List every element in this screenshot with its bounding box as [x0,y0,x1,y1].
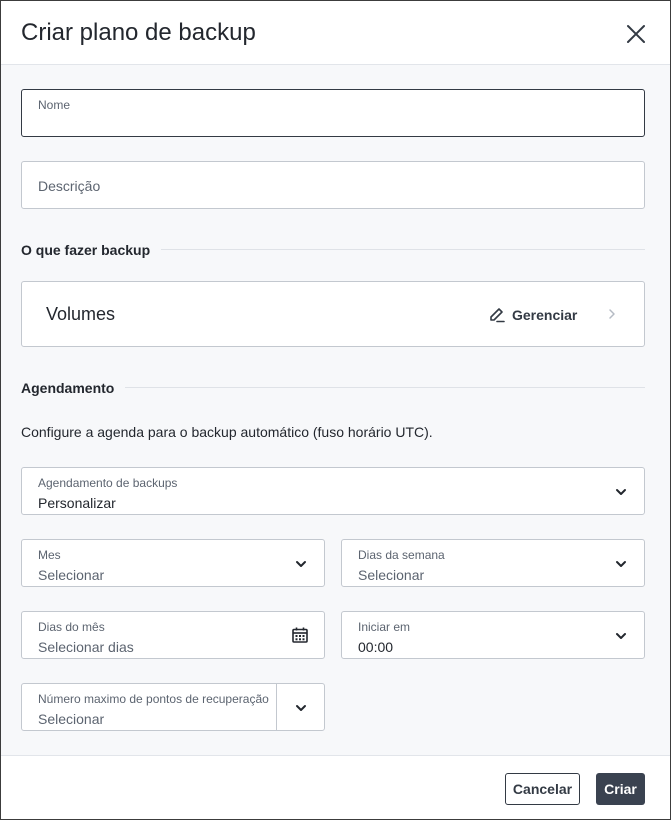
section-divider [161,249,645,250]
calendar-icon[interactable] [291,626,309,644]
pencil-icon [490,308,505,323]
weekdays-value: Selecionar [358,567,425,583]
name-field[interactable]: Nome [21,89,645,137]
backup-schedule-select[interactable]: Agendamento de backups Personalizar [21,467,645,515]
chevron-down-icon [296,561,306,567]
description-placeholder: Descrição [38,178,101,194]
weekdays-select[interactable]: Dias da semana Selecionar [341,539,645,587]
cancel-button[interactable]: Cancelar [505,773,580,805]
chevron-down-icon [616,633,626,639]
month-value: Selecionar [38,567,105,583]
max-recovery-points-select[interactable]: Número maximo de pontos de recuperação S… [21,683,325,731]
close-button[interactable] [623,21,649,47]
chevron-down-icon[interactable] [294,703,308,713]
schedule-heading: Agendamento [21,380,115,396]
manage-button[interactable]: Gerenciar [488,305,577,325]
start-time-select[interactable]: Iniciar em 00:00 [341,611,645,659]
schedule-info-text: Configure a agenda para o backup automát… [21,424,433,440]
dialog-footer: Cancelar Criar [1,755,670,819]
backup-schedule-label: Agendamento de backups [38,476,178,490]
create-button[interactable]: Criar [596,773,645,805]
create-backup-plan-dialog: Criar plano de backup Nome Descrição O q… [0,0,671,820]
close-icon [627,25,645,43]
weekdays-label: Dias da semana [358,548,445,562]
backup-schedule-value: Personalizar [38,495,116,511]
month-label: Mes [38,548,61,562]
month-days-picker[interactable]: Dias do mês Selecionar dias [21,611,325,659]
month-days-label: Dias do mês [38,620,105,634]
name-label: Nome [38,98,71,112]
dialog-title: Criar plano de backup [21,19,256,46]
start-time-value: 00:00 [358,639,394,655]
chevron-right-icon[interactable] [608,308,616,320]
month-days-value: Selecionar dias [38,639,134,655]
what-to-backup-heading: O que fazer backup [21,242,151,258]
volumes-card: Volumes Gerenciar [21,281,645,347]
description-field[interactable]: Descrição [21,161,645,209]
chevron-down-icon [616,561,626,567]
section-divider [125,387,645,388]
dialog-header: Criar plano de backup [1,1,670,65]
chevron-down-icon [616,489,626,495]
dropdown-divider [276,684,277,730]
max-recovery-points-label: Número maximo de pontos de recuperação [38,692,269,706]
month-select[interactable]: Mes Selecionar [21,539,325,587]
manage-label: Gerenciar [512,307,578,323]
volumes-title: Volumes [46,304,116,324]
start-time-label: Iniciar em [358,620,411,634]
max-recovery-points-value: Selecionar [38,711,105,727]
